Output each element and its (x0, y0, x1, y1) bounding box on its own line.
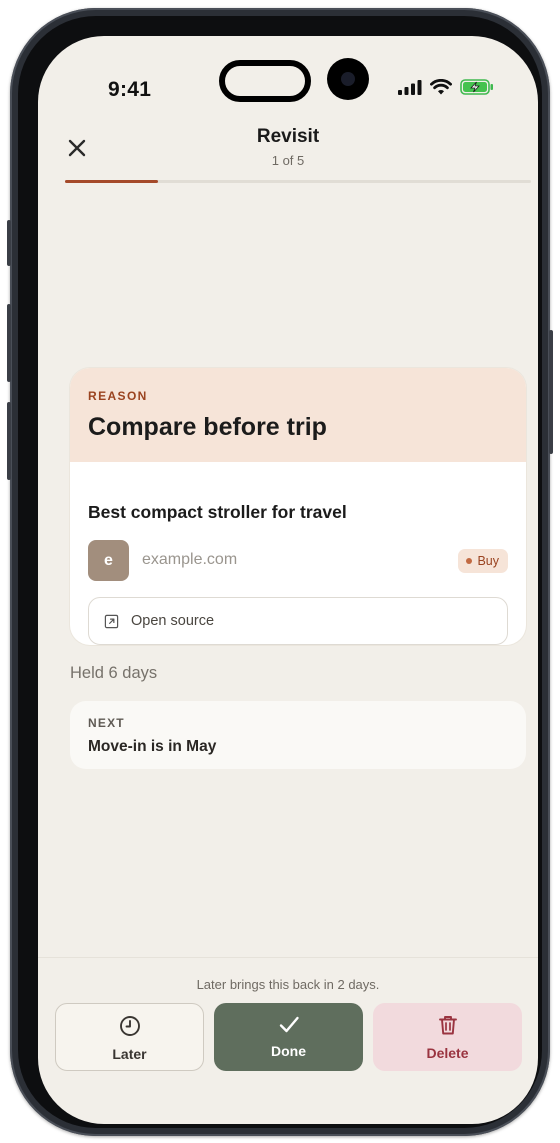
dynamic-island (219, 60, 311, 102)
badge-label: Buy (477, 554, 499, 568)
footer-hint: Later brings this back in 2 days. (196, 977, 380, 992)
side-button-action (7, 220, 11, 266)
reason-label: REASON (88, 389, 148, 403)
held-duration: Held 6 days (70, 664, 158, 682)
item-title: Best compact stroller for travel (88, 502, 347, 522)
phone-bezel: 9:41 Revisit 1 of 5 REASON Compare befor… (18, 16, 542, 1128)
wifi-icon (430, 79, 452, 95)
reason-card: REASON Compare before trip Best compact … (70, 368, 526, 645)
done-button[interactable]: Done (214, 1003, 363, 1071)
intent-badge: Buy (458, 549, 508, 573)
clock-icon (119, 1016, 140, 1036)
footer-divider (38, 957, 538, 958)
phone-frame: 9:41 Revisit 1 of 5 REASON Compare befor… (7, 8, 553, 1136)
open-source-button[interactable]: Open source (88, 597, 508, 645)
side-button-volume-down (7, 402, 11, 480)
open-source-label: Open source (131, 613, 215, 629)
later-label: Later (112, 1046, 147, 1062)
next-card: NEXT Move-in is in May (70, 701, 526, 769)
delete-label: Delete (426, 1045, 469, 1061)
status-time: 9:41 (108, 78, 152, 101)
screen: 9:41 Revisit 1 of 5 REASON Compare befor… (38, 36, 538, 1124)
checkmark-icon (279, 1016, 299, 1033)
external-link-icon (104, 614, 119, 628)
status-icons (398, 79, 494, 95)
next-label: NEXT (88, 716, 125, 730)
side-button-power (549, 330, 553, 454)
source-domain: example.com (142, 551, 238, 568)
front-camera (327, 58, 369, 100)
page-counter: 1 of 5 (271, 153, 305, 168)
source-avatar: e (88, 540, 129, 581)
reason-header: REASON Compare before trip (70, 368, 526, 462)
delete-button[interactable]: Delete (373, 1003, 522, 1071)
signal-icon (398, 79, 422, 95)
side-button-volume-up (7, 304, 11, 382)
done-label: Done (271, 1043, 306, 1059)
next-text: Move-in is in May (88, 738, 217, 755)
battery-charging-icon (460, 79, 493, 95)
progress-track (65, 180, 531, 183)
reason-title: Compare before trip (88, 413, 327, 441)
page-title: Revisit (256, 126, 320, 147)
progress-fill (65, 180, 159, 183)
later-button[interactable]: Later (55, 1003, 204, 1071)
badge-dot-icon (466, 558, 473, 564)
trash-icon (438, 1016, 457, 1035)
